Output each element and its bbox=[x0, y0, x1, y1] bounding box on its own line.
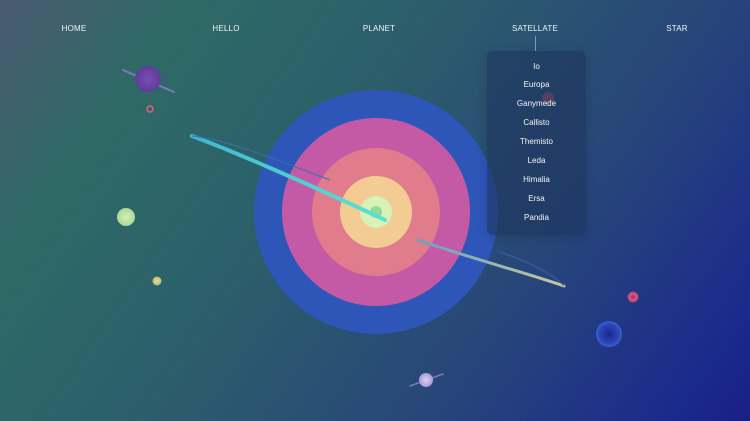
satellite-dropdown-menu: Io Europa Ganymede Callisto Themisto Led… bbox=[487, 51, 586, 235]
dropdown-item-ersa[interactable]: Ersa bbox=[487, 193, 586, 205]
dropdown-item-callisto[interactable]: Callisto bbox=[487, 117, 586, 129]
dropdown-item-io[interactable]: Io bbox=[487, 61, 586, 73]
space-background bbox=[117, 66, 639, 387]
dropdown-item-pandia[interactable]: Pandia bbox=[487, 212, 586, 224]
purple-planet bbox=[122, 66, 175, 93]
dropdown-item-themisto[interactable]: Themisto bbox=[487, 136, 586, 148]
blue-orb bbox=[596, 321, 622, 347]
nav-star-link[interactable]: STAR bbox=[666, 24, 688, 33]
lilac-planet bbox=[409, 373, 444, 387]
dropdown-item-himalia[interactable]: Himalia bbox=[487, 174, 586, 186]
nav-home-link[interactable]: HOME bbox=[62, 24, 87, 33]
nav-planet-link[interactable]: PLANET bbox=[363, 24, 395, 33]
dropdown-item-leda[interactable]: Leda bbox=[487, 155, 586, 167]
central-planet bbox=[254, 90, 498, 334]
olive-orb bbox=[152, 276, 162, 286]
dropdown-item-europa[interactable]: Europa bbox=[487, 79, 586, 91]
nav-hello-link[interactable]: HELLO bbox=[212, 24, 239, 33]
dropdown-connector bbox=[535, 36, 536, 51]
tiny-pink-orb bbox=[146, 105, 154, 113]
top-navigation: HOME HELLO PLANET SATELLATE STAR bbox=[0, 0, 750, 58]
lime-orb bbox=[117, 208, 135, 226]
nav-satellate-link[interactable]: SATELLATE bbox=[512, 24, 558, 33]
dropdown-item-ganymede[interactable]: Ganymede bbox=[487, 98, 586, 110]
